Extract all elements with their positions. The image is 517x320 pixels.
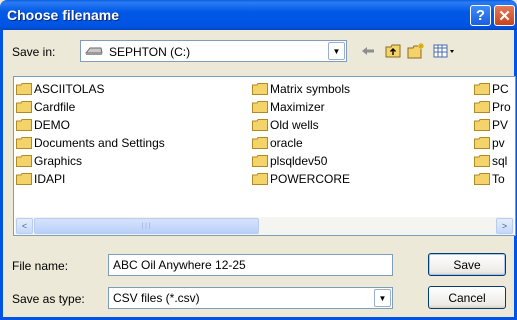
list-item-label: sql	[492, 154, 508, 168]
file-list[interactable]: < III > ASCIITOLAS Cardfile DEMO Documents …	[13, 76, 516, 236]
list-item-label: To	[492, 172, 505, 186]
list-item[interactable]: IDAPI	[16, 170, 65, 188]
title-bar: Choose filename ? ✕	[0, 0, 517, 30]
save-as-type-value: CSV files (*.csv)	[113, 291, 200, 305]
folder-icon	[16, 101, 32, 113]
folder-icon	[16, 137, 32, 149]
folder-icon	[474, 155, 490, 167]
back-arrow-icon[interactable]	[357, 41, 379, 61]
file-name-input[interactable]: ABC Oil Anywhere 12-25	[108, 254, 393, 276]
chevron-down-icon[interactable]: ▼	[374, 289, 391, 307]
folder-icon	[474, 83, 490, 95]
list-item-label: Documents and Settings	[34, 136, 165, 150]
list-item-label: ASCIITOLAS	[34, 82, 105, 96]
list-item-label: Cardfile	[34, 100, 76, 114]
folder-icon	[252, 83, 268, 95]
list-item[interactable]: Maximizer	[252, 98, 325, 116]
list-item[interactable]: POWERCORE	[252, 170, 350, 188]
list-item[interactable]: Documents and Settings	[16, 134, 165, 152]
list-item[interactable]: Graphics	[16, 152, 82, 170]
save-in-value: SEPHTON (C:)	[109, 45, 191, 59]
save-in-dropdown[interactable]: SEPHTON (C:) ▼	[80, 40, 347, 62]
list-item-label: DEMO	[34, 118, 70, 132]
list-item-label: PC	[492, 82, 509, 96]
folder-icon	[252, 173, 268, 185]
list-item[interactable]: ASCIITOLAS	[16, 80, 104, 98]
list-item[interactable]: plsqldev50	[252, 152, 327, 170]
folder-icon	[252, 155, 268, 167]
list-item[interactable]: PC	[474, 80, 509, 98]
list-item[interactable]: To	[474, 170, 505, 188]
save-in-label: Save in:	[12, 45, 56, 59]
save-as-type-dropdown[interactable]: CSV files (*.csv) ▼	[108, 287, 393, 309]
drive-icon	[85, 47, 103, 55]
folder-icon	[16, 119, 32, 131]
folder-icon	[16, 155, 32, 167]
window-title: Choose filename	[7, 7, 120, 23]
list-item[interactable]: Matrix symbols	[252, 80, 350, 98]
folder-icon	[252, 101, 268, 113]
help-button[interactable]: ?	[470, 5, 491, 26]
list-item-label: POWERCORE	[270, 172, 351, 186]
scroll-left-button[interactable]: <	[16, 218, 33, 234]
list-item[interactable]: Cardfile	[16, 98, 75, 116]
save-as-type-label: Save as type:	[12, 292, 85, 306]
list-item-label: IDAPI	[34, 172, 66, 186]
scroll-thumb[interactable]: III	[34, 218, 259, 234]
up-folder-icon[interactable]	[382, 41, 404, 61]
scroll-right-button[interactable]: >	[496, 218, 513, 234]
close-button[interactable]: ✕	[494, 5, 515, 26]
list-item-label: PV	[492, 118, 509, 132]
list-item-label: Graphics	[34, 154, 83, 168]
list-item[interactable]: pv	[474, 134, 505, 152]
view-menu-icon[interactable]	[430, 41, 460, 61]
folder-icon	[474, 173, 490, 185]
horizontal-scrollbar[interactable]: < III >	[15, 217, 514, 235]
list-item-label: Old wells	[270, 118, 319, 132]
list-item[interactable]: sql	[474, 152, 507, 170]
folder-icon	[474, 101, 490, 113]
list-item[interactable]: Old wells	[252, 116, 319, 134]
folder-icon	[474, 119, 490, 131]
file-name-label: File name:	[12, 259, 69, 273]
folder-icon	[474, 137, 490, 149]
chevron-down-icon[interactable]: ▼	[328, 42, 345, 60]
list-item-label: oracle	[270, 136, 303, 150]
list-item-label: plsqldev50	[270, 154, 328, 168]
list-item-label: Pro	[492, 100, 511, 114]
folder-icon	[252, 119, 268, 131]
list-item[interactable]: oracle	[252, 134, 303, 152]
list-item[interactable]: DEMO	[16, 116, 70, 134]
save-button[interactable]: Save	[428, 253, 506, 276]
list-item-label: Matrix symbols	[270, 82, 351, 96]
folder-icon	[252, 137, 268, 149]
list-item-label: Maximizer	[270, 100, 325, 114]
list-item[interactable]: Pro	[474, 98, 511, 116]
list-item-label: pv	[492, 136, 505, 150]
folder-icon	[16, 83, 32, 95]
folder-icon	[16, 173, 32, 185]
list-item[interactable]: PV	[474, 116, 508, 134]
new-folder-icon[interactable]	[405, 41, 427, 61]
cancel-button[interactable]: Cancel	[428, 286, 506, 309]
